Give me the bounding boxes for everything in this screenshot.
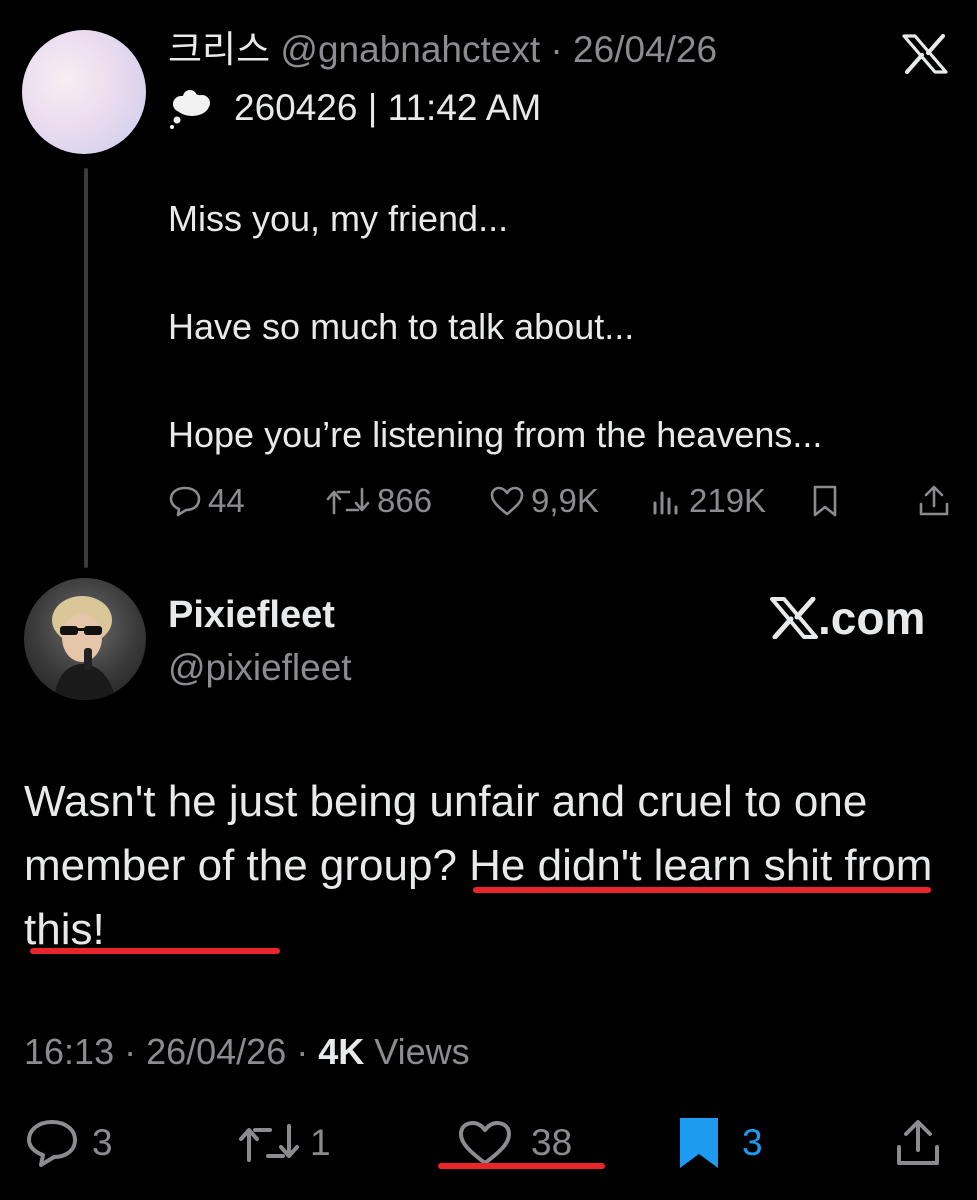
repost-icon xyxy=(236,1120,302,1166)
x-logo-icon xyxy=(770,597,818,639)
reply-bookmark-count: 3 xyxy=(742,1122,763,1163)
thread-connector-line xyxy=(84,168,88,568)
reply-reply-count: 3 xyxy=(92,1122,113,1163)
reply-reply-action[interactable]: 3 xyxy=(24,1115,113,1171)
quoted-line-2: Have so much to talk about... xyxy=(168,306,635,347)
share-icon xyxy=(917,484,951,518)
quoted-display-name[interactable]: 크리스 xyxy=(168,29,270,70)
quoted-header: 크리스 @gnabnahctext · 26/04/26 xyxy=(168,26,717,74)
quoted-like-action[interactable]: 9,9K xyxy=(489,478,599,524)
repost-icon xyxy=(325,485,371,517)
views-icon xyxy=(651,485,683,517)
quoted-avatar[interactable] xyxy=(22,30,146,154)
bookmark-icon xyxy=(676,1116,722,1170)
cloud-icon xyxy=(168,90,212,130)
quoted-views-count: 219K xyxy=(689,482,767,519)
like-icon xyxy=(489,485,525,517)
quoted-separator: · xyxy=(540,29,574,70)
reply-time[interactable]: 16:13 xyxy=(24,1031,114,1072)
reply-avatar[interactable] xyxy=(24,578,146,700)
like-icon xyxy=(457,1119,513,1167)
quoted-share-button[interactable] xyxy=(917,478,951,524)
quoted-like-count: 9,9K xyxy=(531,482,599,519)
quoted-reply-count: 44 xyxy=(208,482,245,519)
reply-tweet-text: Wasn't he just being unfair and cruel to… xyxy=(24,770,954,962)
reply-icon xyxy=(168,485,202,517)
reply-views-count: 4K xyxy=(318,1031,365,1072)
quoted-views-action[interactable]: 219K xyxy=(651,478,766,524)
reply-share-button[interactable] xyxy=(895,1115,941,1171)
bookmark-icon xyxy=(810,484,840,518)
reply-meta-separator: · xyxy=(114,1031,147,1072)
quoted-repost-action[interactable]: 866 xyxy=(325,478,432,524)
x-logo-icon xyxy=(902,34,948,74)
reply-repost-action[interactable]: 1 xyxy=(236,1115,331,1171)
quoted-reply-action[interactable]: 44 xyxy=(168,478,245,524)
reply-bookmark-action[interactable]: 3 xyxy=(676,1115,763,1171)
share-icon xyxy=(895,1118,941,1168)
annotation-underline-2 xyxy=(30,948,280,954)
quoted-bookmark-button[interactable] xyxy=(810,478,840,524)
quoted-handle[interactable]: @gnabnahctext xyxy=(280,29,540,70)
x-com-text: .com xyxy=(818,592,926,644)
quoted-tweet-body: Miss you, my friend... Have so much to t… xyxy=(168,192,822,516)
quoted-repost-count: 866 xyxy=(377,482,433,519)
x-com-brand: .com xyxy=(770,590,925,646)
reply-date[interactable]: 26/04/26 xyxy=(146,1031,286,1072)
reply-handle[interactable]: @pixiefleet xyxy=(168,645,352,691)
annotation-underline-3 xyxy=(438,1163,605,1169)
quoted-line-3: Hope you’re listening from the heavens..… xyxy=(168,414,823,455)
quoted-line-1: Miss you, my friend... xyxy=(168,198,509,239)
reply-repost-count: 1 xyxy=(310,1122,331,1163)
quoted-date[interactable]: 26/04/26 xyxy=(573,29,717,70)
reply-display-name[interactable]: Pixiefleet xyxy=(168,592,335,638)
reply-metadata: 16:13 · 26/04/26 · 4K Views xyxy=(24,1028,470,1076)
quoted-subtitle: 260426 | 11:42 AM xyxy=(234,87,542,128)
quoted-subtitle-line: 260426 | 11:42 AM xyxy=(168,84,541,132)
reply-icon xyxy=(24,1118,80,1168)
reply-views-label[interactable]: Views xyxy=(364,1031,469,1072)
annotation-underline-1 xyxy=(473,887,931,893)
reply-meta-separator-2: · xyxy=(286,1031,319,1072)
reply-like-count: 38 xyxy=(531,1122,573,1163)
